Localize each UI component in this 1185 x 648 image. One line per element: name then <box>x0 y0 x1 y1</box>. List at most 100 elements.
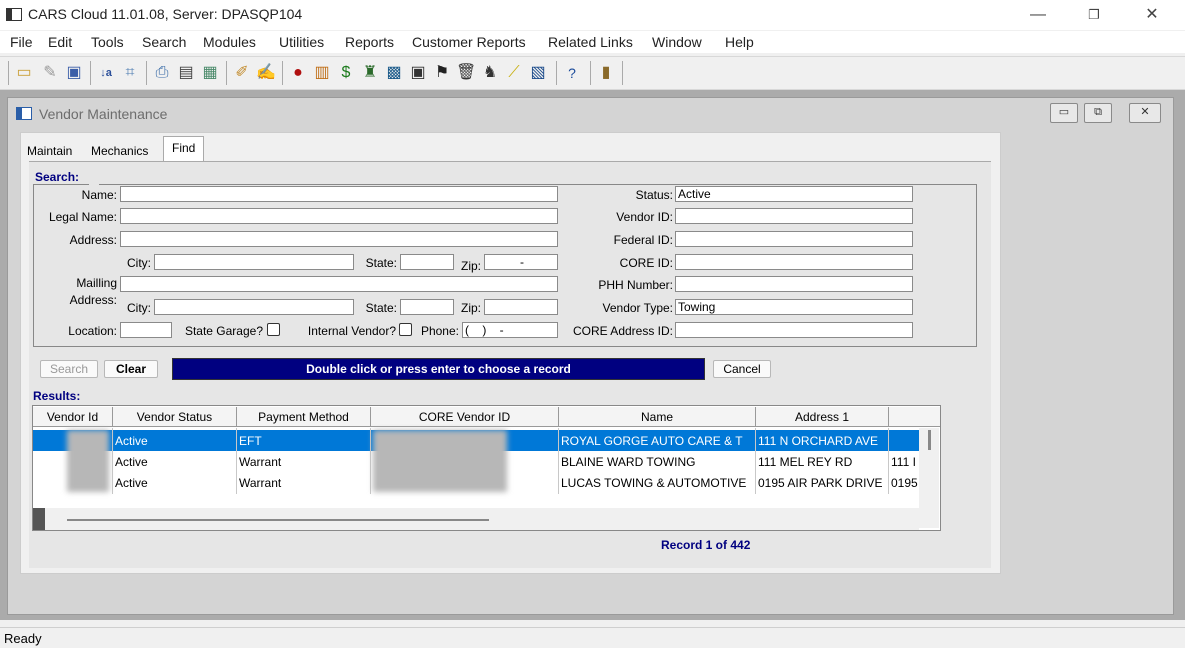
column-header-name[interactable]: Name <box>559 407 756 427</box>
window-title: CARS Cloud 11.01.08, Server: DPASQP104 <box>28 6 303 22</box>
status-bar: Ready <box>0 627 1185 648</box>
legal-name-input[interactable] <box>120 208 558 224</box>
mail-city-label: City: <box>127 301 151 315</box>
redacted-vendor-id <box>67 430 109 492</box>
menu-window[interactable]: Window <box>652 34 702 50</box>
child-close-button[interactable]: ✕ <box>1129 103 1161 123</box>
core-id-input[interactable] <box>675 254 913 270</box>
tab-maintain[interactable]: Maintain <box>27 140 72 162</box>
exit-icon[interactable]: ▮ <box>596 63 616 83</box>
results-heading: Results: <box>33 389 81 403</box>
federal-id-input[interactable] <box>675 231 913 247</box>
state-input[interactable] <box>400 254 454 270</box>
core-address-id-input[interactable] <box>675 322 913 338</box>
internal-vendor-checkbox[interactable] <box>399 323 412 336</box>
federal-id-label: Federal ID: <box>613 233 673 247</box>
flag-icon[interactable]: ⚑ <box>432 63 452 83</box>
cancel-button[interactable]: Cancel <box>713 360 771 378</box>
location-input[interactable] <box>120 322 172 338</box>
address-input[interactable] <box>120 231 558 247</box>
find-icon[interactable]: ⌗ <box>120 63 140 83</box>
print-icon[interactable]: ⎙ <box>152 63 172 83</box>
mechanic-icon[interactable]: ♞ <box>480 63 500 83</box>
cell-extra: 0195 <box>891 476 918 490</box>
mailing-address-label: Address: <box>69 293 117 307</box>
search-heading: Search: <box>35 170 80 184</box>
zip-input[interactable]: - <box>484 254 558 270</box>
column-header-payment-method[interactable]: Payment Method <box>237 407 371 427</box>
trash-icon[interactable]: 🗑 <box>456 63 476 83</box>
cell-name: BLAINE WARD TOWING <box>561 455 696 469</box>
menu-search[interactable]: Search <box>142 34 186 50</box>
restore-button[interactable]: ❐ <box>1074 4 1114 26</box>
new-record-icon[interactable]: ▭ <box>14 63 34 83</box>
app-icon <box>6 8 22 21</box>
tab-mechanics[interactable]: Mechanics <box>91 140 148 162</box>
column-header-address-1[interactable]: Address 1 <box>756 407 889 427</box>
name-input[interactable] <box>120 186 558 202</box>
column-header-vendor-status[interactable]: Vendor Status <box>113 407 237 427</box>
horizontal-scroll-thumb[interactable] <box>67 519 489 521</box>
close-button[interactable]: ✕ <box>1132 4 1172 26</box>
redacted-core-vendor-id <box>373 430 507 492</box>
menu-customer-reports[interactable]: Customer Reports <box>412 34 526 50</box>
cell-payment-method: Warrant <box>239 476 282 490</box>
cell-payment-method: EFT <box>239 434 262 448</box>
menu-tools[interactable]: Tools <box>91 34 124 50</box>
menu-reports[interactable]: Reports <box>345 34 394 50</box>
vertical-scroll-thumb[interactable] <box>928 430 931 450</box>
tab-find[interactable]: Find <box>163 136 205 162</box>
fuel-icon[interactable]: ▥ <box>312 63 332 83</box>
ticket-icon[interactable]: ▣ <box>408 63 428 83</box>
preview-icon[interactable]: ▦ <box>200 63 220 83</box>
menu-related-links[interactable]: Related Links <box>548 34 633 50</box>
mail-city-input[interactable] <box>154 299 354 315</box>
pencil-icon[interactable]: ⟋ <box>504 63 524 83</box>
car-icon[interactable]: ● <box>288 63 308 83</box>
results-grid[interactable]: Vendor Id Vendor Status Payment Method C… <box>32 405 941 531</box>
map-icon[interactable]: ▩ <box>384 63 404 83</box>
core-address-id-label: CORE Address ID: <box>572 324 673 338</box>
report-card-icon[interactable]: ▧ <box>528 63 548 83</box>
column-header-vendor-id[interactable]: Vendor Id <box>33 407 113 427</box>
city-input[interactable] <box>154 254 354 270</box>
phone-input[interactable]: ( ) - <box>462 322 558 338</box>
phone-label: Phone: <box>420 324 459 338</box>
vendor-icon[interactable]: ♜ <box>360 63 380 83</box>
mail-zip-input[interactable] <box>484 299 558 315</box>
report-icon[interactable]: ▤ <box>176 63 196 83</box>
search-button[interactable]: Search <box>40 360 98 378</box>
cell-address-1: 0195 AIR PARK DRIVE <box>758 476 883 490</box>
child-maximize-button[interactable]: ⧉ <box>1084 103 1112 123</box>
sort-icon[interactable]: ↓a <box>96 63 116 83</box>
menu-utilities[interactable]: Utilities <box>279 34 324 50</box>
mail-state-input[interactable] <box>400 299 454 315</box>
save-icon[interactable]: ▣ <box>64 63 84 83</box>
minimize-button[interactable]: — <box>1018 4 1058 26</box>
core-id-label: CORE ID: <box>619 256 673 270</box>
child-minimize-button[interactable]: ▭ <box>1050 103 1078 123</box>
cell-address-1: 111 MEL REY RD <box>758 455 853 469</box>
clear-button[interactable]: Clear <box>104 360 158 378</box>
tool-icon[interactable]: ✐ <box>232 63 252 83</box>
column-header-core-vendor-id[interactable]: CORE Vendor ID <box>371 407 559 427</box>
phh-number-input[interactable] <box>675 276 913 292</box>
help-icon[interactable]: ? <box>562 63 582 83</box>
state-garage-checkbox[interactable] <box>267 323 280 336</box>
cell-name: LUCAS TOWING & AUTOMOTIVE <box>561 476 747 490</box>
document-edit-icon[interactable]: ✍ <box>256 63 276 83</box>
menu-edit[interactable]: Edit <box>48 34 72 50</box>
vendor-id-label: Vendor ID: <box>616 210 673 224</box>
status-select[interactable]: Active <box>675 186 913 202</box>
vendor-id-input[interactable] <box>675 208 913 224</box>
money-icon[interactable]: $ <box>336 63 356 83</box>
menu-bar: File Edit Tools Search Modules Utilities… <box>0 31 1185 53</box>
edit-icon[interactable]: ✎ <box>40 63 60 83</box>
mailing-address-input[interactable] <box>120 276 558 292</box>
cell-vendor-status: Active <box>115 455 148 469</box>
menu-modules[interactable]: Modules <box>203 34 256 50</box>
menu-help[interactable]: Help <box>725 34 754 50</box>
menu-file[interactable]: File <box>10 34 33 50</box>
phh-number-label: PHH Number: <box>598 278 673 292</box>
vendor-type-select[interactable]: Towing <box>675 299 913 315</box>
